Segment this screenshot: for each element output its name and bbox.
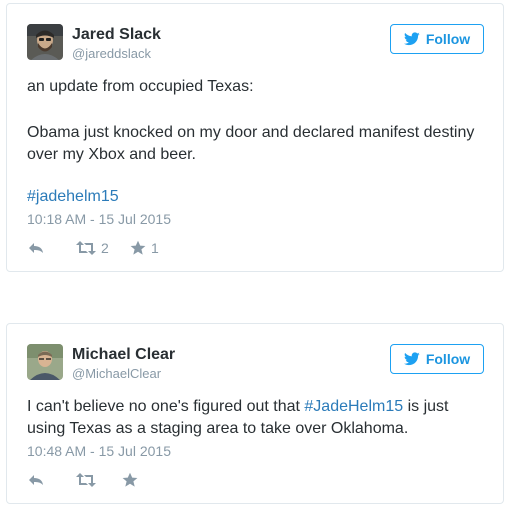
follow-label: Follow [425, 31, 471, 47]
retweet-count: 2 [101, 240, 109, 256]
favorite-button[interactable]: 1 [130, 238, 159, 258]
tweet-timestamp[interactable]: 10:48 AM - 15 Jul 2015 [27, 443, 171, 459]
avatar[interactable] [27, 24, 63, 60]
author-handle[interactable]: @jareddslack [72, 46, 151, 61]
retweet-icon [76, 473, 96, 487]
avatar-photo-icon [27, 24, 63, 60]
reply-button[interactable] [27, 470, 45, 490]
avatar-photo-icon [27, 344, 63, 380]
author-handle[interactable]: @MichaelClear [72, 366, 161, 381]
star-icon [122, 472, 138, 487]
follow-button[interactable]: Follow [390, 344, 484, 374]
hashtag-link[interactable]: #JadeHelm15 [304, 398, 403, 415]
tweet-text-line: using Texas as a staging area to take ov… [27, 420, 409, 437]
hashtag-link[interactable]: #jadehelm15 [27, 188, 119, 205]
tweet-text-line: an update from occupied Texas: [27, 78, 254, 95]
follow-label: Follow [425, 351, 471, 367]
favorite-button[interactable] [122, 470, 143, 490]
favorite-count: 1 [151, 240, 159, 256]
retweet-icon [76, 241, 96, 255]
retweet-button[interactable]: 2 [76, 238, 109, 258]
reply-icon [29, 243, 43, 253]
author-name[interactable]: Michael Clear [72, 346, 175, 364]
retweet-button[interactable] [76, 470, 101, 490]
tweet-text-segment: I can't believe no one's figured out tha… [27, 398, 305, 415]
tweet-timestamp[interactable]: 10:18 AM - 15 Jul 2015 [27, 211, 171, 227]
tweet-text-segment: is just [403, 398, 449, 415]
tweet-text-line: Obama just knocked on my door and declar… [27, 124, 475, 141]
twitter-bird-icon [403, 32, 420, 46]
reply-icon [29, 475, 43, 485]
star-icon [130, 240, 146, 255]
reply-button[interactable] [27, 238, 45, 258]
tweet-text-line: over my Xbox and beer. [27, 146, 196, 163]
tweet-card: Michael Clear @MichaelClear Follow I can… [6, 323, 504, 504]
author-name[interactable]: Jared Slack [72, 26, 161, 44]
avatar[interactable] [27, 344, 63, 380]
tweet-text-line: I can't believe no one's figured out tha… [27, 396, 448, 418]
follow-button[interactable]: Follow [390, 24, 484, 54]
twitter-bird-icon [403, 352, 420, 366]
tweet-card: Jared Slack @jareddslack Follow an updat… [6, 3, 504, 272]
